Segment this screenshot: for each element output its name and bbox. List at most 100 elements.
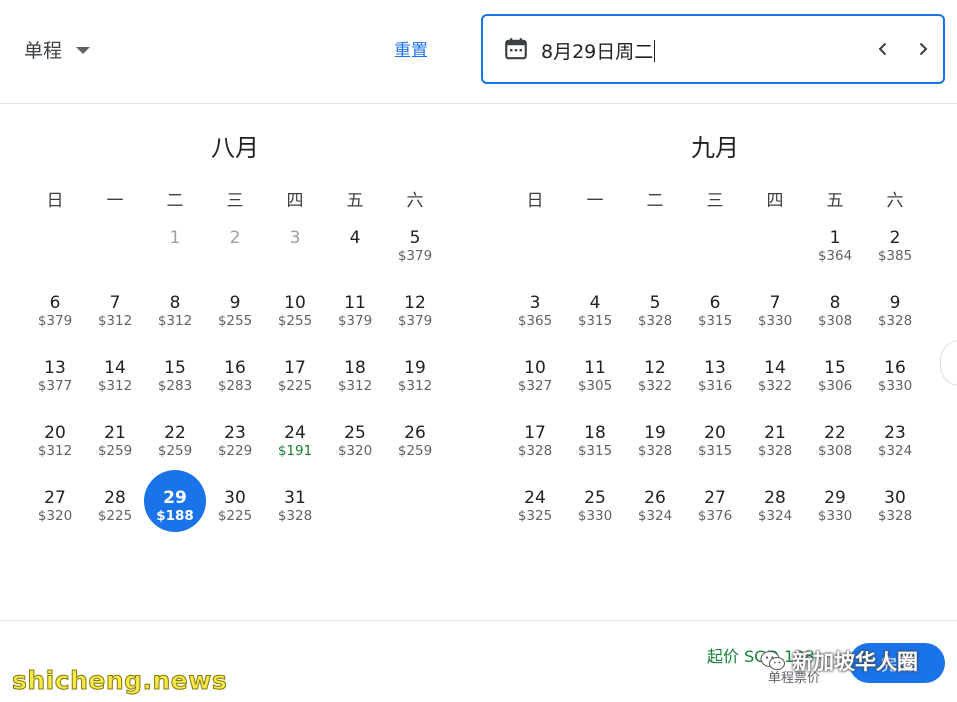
day-price: $320 [337,443,373,459]
calendar-day[interactable]: 30 $328 [865,488,925,550]
calendar-day[interactable]: 29 $330 [805,488,865,550]
calendar-day[interactable]: 5 $379 [385,228,445,290]
calendar-day[interactable]: 26 $259 [385,423,445,485]
day-price: $379 [37,313,73,329]
day-price: $229 [217,443,253,459]
calendar-day[interactable]: 5 $328 [625,293,685,355]
day-price: $225 [277,378,313,394]
calendar-day[interactable]: 24 $325 [505,488,565,550]
calendar-day[interactable]: 17 $225 [265,358,325,420]
calendar-day[interactable]: 19 $312 [385,358,445,420]
calendar-day[interactable]: 21 $328 [745,423,805,485]
calendar-day[interactable]: 18 $315 [565,423,625,485]
calendar-day[interactable]: 7 $330 [745,293,805,355]
day-number: 20 [44,423,66,443]
day-number: 17 [284,358,306,378]
day-number: 22 [824,423,846,443]
trip-type-select[interactable]: 单程 [24,32,91,66]
calendar-day[interactable]: 22 $308 [805,423,865,485]
calendar-day[interactable]: 9 $328 [865,293,925,355]
calendar-day[interactable]: 18 $312 [325,358,385,420]
calendar-day: 3 [265,228,325,290]
day-number: 19 [644,423,666,443]
calendar-day[interactable]: 28 $225 [85,488,145,550]
calendar-day[interactable]: 15 $283 [145,358,205,420]
chevron-right-icon [919,42,928,56]
calendar-day[interactable]: 9 $255 [205,293,265,355]
calendar-day[interactable]: 21 $259 [85,423,145,485]
calendar-day[interactable]: 13 $377 [25,358,85,420]
day-number: 1 [829,228,841,248]
calendar-day[interactable]: 20 $315 [685,423,745,485]
day-price: $328 [517,443,553,459]
calendar-day[interactable]: 25 $330 [565,488,625,550]
calendar-day[interactable]: 27 $376 [685,488,745,550]
day-price: $312 [397,378,433,394]
calendar-day[interactable]: 26 $324 [625,488,685,550]
calendar-day[interactable]: 12 $322 [625,358,685,420]
calendar-day[interactable]: 20 $312 [25,423,85,485]
calendar-day[interactable]: 2 $385 [865,228,925,290]
day-price: $315 [577,313,613,329]
day-number: 24 [284,423,306,443]
day-price: $330 [877,378,913,394]
day-number: 8 [169,293,181,313]
calendar-day[interactable]: 16 $283 [205,358,265,420]
calendar-day[interactable]: 6 $379 [25,293,85,355]
weekday-label: 四 [766,191,784,211]
calendar-day[interactable]: 6 $315 [685,293,745,355]
calendar-day[interactable]: 4 $315 [565,293,625,355]
calendar-day[interactable]: 8 $312 [145,293,205,355]
day-price: $379 [397,313,433,329]
calendar-day[interactable]: 23 $324 [865,423,925,485]
day-grid: 1 2 3 4 5 $379 6 $379 7 $312 8 $312 9 $255 10 $255 11 $37… [25,228,445,558]
calendar-day[interactable]: 11 $305 [565,358,625,420]
calendar-day[interactable]: 23 $229 [205,423,265,485]
calendar-day[interactable]: 4 [325,228,385,290]
calendar-day[interactable]: 7 $312 [85,293,145,355]
calendar-day[interactable]: 16 $330 [865,358,925,420]
calendar-day[interactable]: 10 $327 [505,358,565,420]
weekday-label: 二 [166,191,184,211]
day-number: 16 [224,358,246,378]
calendar-day[interactable]: 3 $365 [505,293,565,355]
day-number: 9 [229,293,241,313]
date-input-field[interactable]: 8月29日周二 [481,14,945,84]
calendar-day[interactable]: 19 $328 [625,423,685,485]
scroll-next-month-button[interactable] [940,340,957,386]
day-price: $255 [217,313,253,329]
day-number: 29 [824,488,846,508]
month-august: 八月 日 一 二 三 四 五 六 1 2 3 4 5 $379 6 $379 7 $312 8 $31… [25,128,445,532]
calendar-day[interactable]: 14 $322 [745,358,805,420]
calendar-day[interactable]: 12 $379 [385,293,445,355]
month-september: 九月 日 一 二 三 四 五 六 1 $364 2 $385 3 $365 4 $315 5 $3… [505,128,925,524]
calendar-day[interactable]: 17 $328 [505,423,565,485]
watermark-site: shicheng.news [11,666,228,696]
day-number: 16 [884,358,906,378]
calendar-day[interactable]: 13 $316 [685,358,745,420]
calendar-day[interactable]: 28 $324 [745,488,805,550]
calendar-day: 1 [145,228,205,290]
calendar-day[interactable]: 8 $308 [805,293,865,355]
calendar-day[interactable]: 10 $255 [265,293,325,355]
calendar-day[interactable]: 15 $306 [805,358,865,420]
day-number: 13 [704,358,726,378]
calendar-day[interactable]: 11 $379 [325,293,385,355]
calendar-day[interactable]: 25 $320 [325,423,385,485]
calendar-day[interactable]: 30 $225 [205,488,265,550]
calendar-day[interactable]: 14 $312 [85,358,145,420]
calendar-icon [505,38,527,60]
reset-button[interactable]: 重置 [394,36,428,61]
next-date-button[interactable] [907,33,939,65]
day-number: 5 [409,228,421,248]
day-number: 21 [104,423,126,443]
selected-calendar-day[interactable]: 29 $188 [144,470,206,550]
calendar-day[interactable]: 27 $320 [25,488,85,550]
previous-date-button[interactable] [867,33,899,65]
calendar-day[interactable]: 1 $364 [805,228,865,290]
day-price: $308 [817,443,853,459]
day-number: 28 [764,488,786,508]
day-number: 30 [224,488,246,508]
calendar-day[interactable]: 31 $328 [265,488,325,550]
calendar-day[interactable]: 24 $191 [265,423,325,485]
